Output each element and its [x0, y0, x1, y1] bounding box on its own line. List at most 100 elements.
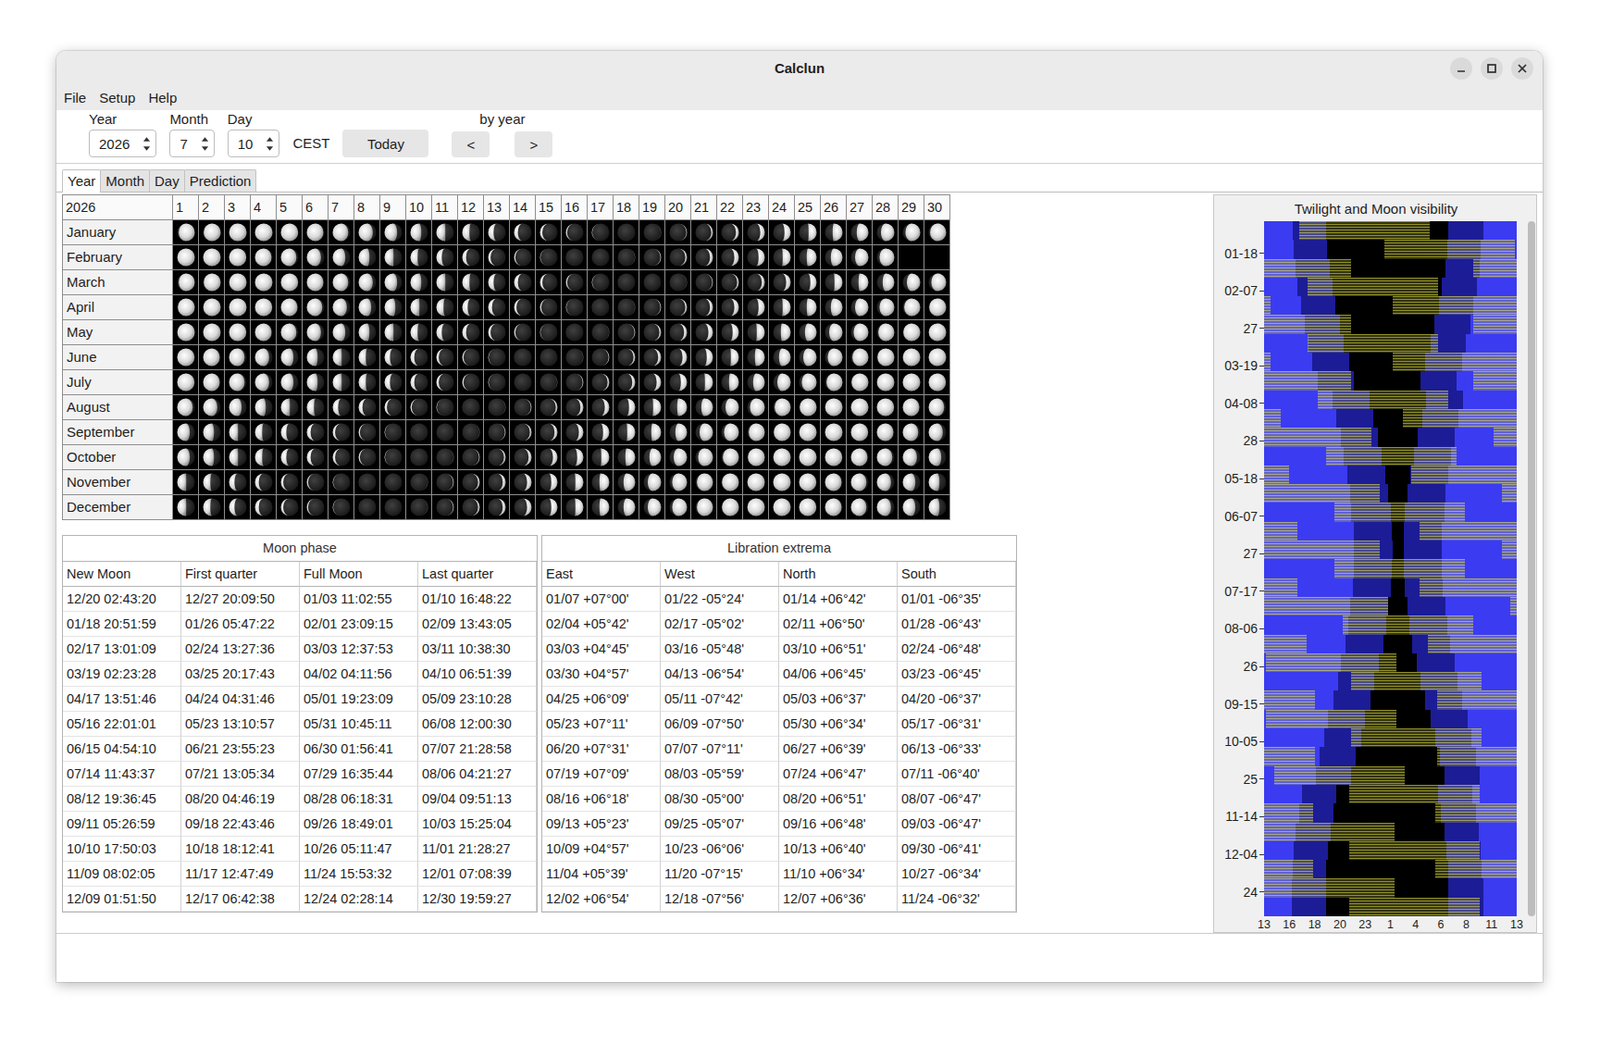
moon-cell[interactable] — [587, 420, 613, 445]
moon-cell[interactable] — [665, 420, 691, 445]
column-header[interactable]: New Moon — [62, 561, 182, 587]
moon-cell[interactable] — [561, 220, 587, 245]
moon-cell[interactable] — [794, 220, 820, 245]
moon-cell[interactable] — [587, 395, 613, 420]
moon-cell[interactable] — [250, 345, 276, 370]
moon-cell[interactable] — [743, 320, 769, 345]
moon-cell[interactable] — [820, 445, 846, 470]
moon-cell[interactable] — [173, 470, 199, 495]
moon-cell[interactable] — [898, 295, 924, 320]
moon-cell[interactable] — [302, 470, 328, 495]
moon-cell[interactable] — [173, 370, 199, 395]
moon-cell[interactable] — [820, 245, 846, 270]
moon-cell[interactable] — [432, 445, 458, 470]
moon-cell[interactable] — [846, 320, 872, 345]
moon-cell[interactable] — [483, 445, 509, 470]
moon-cell[interactable] — [820, 370, 846, 395]
moon-cell[interactable] — [250, 270, 276, 295]
moon-cell[interactable] — [794, 395, 820, 420]
moon-cell[interactable] — [380, 320, 406, 345]
moon-cell[interactable] — [691, 470, 717, 495]
moon-cell[interactable] — [898, 345, 924, 370]
moon-cell[interactable] — [561, 345, 587, 370]
moon-cell[interactable] — [846, 420, 872, 445]
moon-cell[interactable] — [691, 245, 717, 270]
moon-cell[interactable] — [587, 345, 613, 370]
moon-cell[interactable] — [898, 270, 924, 295]
moon-cell[interactable] — [483, 320, 509, 345]
moon-cell[interactable] — [354, 470, 380, 495]
moon-cell[interactable] — [743, 245, 769, 270]
tab[interactable]: Prediction — [184, 169, 258, 192]
moon-cell[interactable] — [820, 320, 846, 345]
moon-cell[interactable] — [458, 420, 484, 445]
moon-cell[interactable] — [328, 445, 354, 470]
moon-cell[interactable] — [432, 395, 458, 420]
moon-cell[interactable] — [354, 445, 380, 470]
moon-cell[interactable] — [613, 345, 639, 370]
moon-cell[interactable] — [587, 495, 613, 520]
moon-cell[interactable] — [224, 345, 250, 370]
moon-cell[interactable] — [458, 470, 484, 495]
moon-cell[interactable] — [691, 420, 717, 445]
moon-cell[interactable] — [328, 495, 354, 520]
moon-cell[interactable] — [173, 345, 199, 370]
moon-cell[interactable] — [328, 220, 354, 245]
moon-cell[interactable] — [380, 295, 406, 320]
moon-cell[interactable] — [250, 470, 276, 495]
moon-cell[interactable] — [535, 445, 561, 470]
moon-cell[interactable] — [458, 445, 484, 470]
moon-cell[interactable] — [794, 370, 820, 395]
moon-cell[interactable] — [302, 245, 328, 270]
moon-cell[interactable] — [846, 245, 872, 270]
moon-cell[interactable] — [380, 220, 406, 245]
moon-cell[interactable] — [846, 270, 872, 295]
down-arrow-icon[interactable] — [265, 145, 274, 152]
moon-cell[interactable] — [665, 395, 691, 420]
next-year-button[interactable]: > — [514, 131, 553, 158]
moon-cell[interactable] — [587, 470, 613, 495]
moon-cell[interactable] — [613, 270, 639, 295]
spinbox-value[interactable]: 10 — [228, 136, 267, 152]
moon-cell[interactable] — [665, 345, 691, 370]
moon-cell[interactable] — [509, 320, 535, 345]
moon-cell[interactable] — [639, 470, 665, 495]
moon-cell[interactable] — [406, 445, 432, 470]
moon-cell[interactable] — [768, 270, 794, 295]
moon-cell[interactable] — [794, 295, 820, 320]
moon-cell[interactable] — [535, 370, 561, 395]
moon-cell[interactable] — [717, 470, 743, 495]
moon-cell[interactable] — [691, 220, 717, 245]
moon-cell[interactable] — [198, 345, 224, 370]
moon-cell[interactable] — [354, 220, 380, 245]
moon-cell[interactable] — [846, 445, 872, 470]
today-button[interactable]: Today — [342, 129, 429, 158]
column-header[interactable]: South — [897, 561, 1017, 587]
moon-cell[interactable] — [276, 245, 302, 270]
moon-cell[interactable] — [665, 220, 691, 245]
spinbox[interactable]: 10 — [227, 129, 281, 158]
moon-cell[interactable] — [354, 320, 380, 345]
moon-cell[interactable] — [380, 345, 406, 370]
moon-cell[interactable] — [743, 445, 769, 470]
moon-cell[interactable] — [846, 220, 872, 245]
moon-cell[interactable] — [665, 270, 691, 295]
down-arrow-icon[interactable] — [200, 145, 210, 152]
moon-cell[interactable] — [406, 245, 432, 270]
moon-cell[interactable] — [250, 295, 276, 320]
moon-cell[interactable] — [354, 495, 380, 520]
scrollbar[interactable] — [1527, 221, 1536, 917]
moon-cell[interactable] — [924, 495, 950, 520]
menu-item[interactable]: Setup — [92, 89, 142, 106]
moon-cell[interactable] — [406, 370, 432, 395]
moon-cell[interactable] — [768, 495, 794, 520]
moon-cell[interactable] — [354, 395, 380, 420]
moon-cell[interactable] — [561, 395, 587, 420]
moon-cell[interactable] — [483, 245, 509, 270]
moon-cell[interactable] — [509, 295, 535, 320]
moon-cell[interactable] — [250, 495, 276, 520]
moon-cell[interactable] — [276, 445, 302, 470]
moon-cell[interactable] — [432, 270, 458, 295]
moon-cell[interactable] — [276, 320, 302, 345]
moon-cell[interactable] — [354, 245, 380, 270]
